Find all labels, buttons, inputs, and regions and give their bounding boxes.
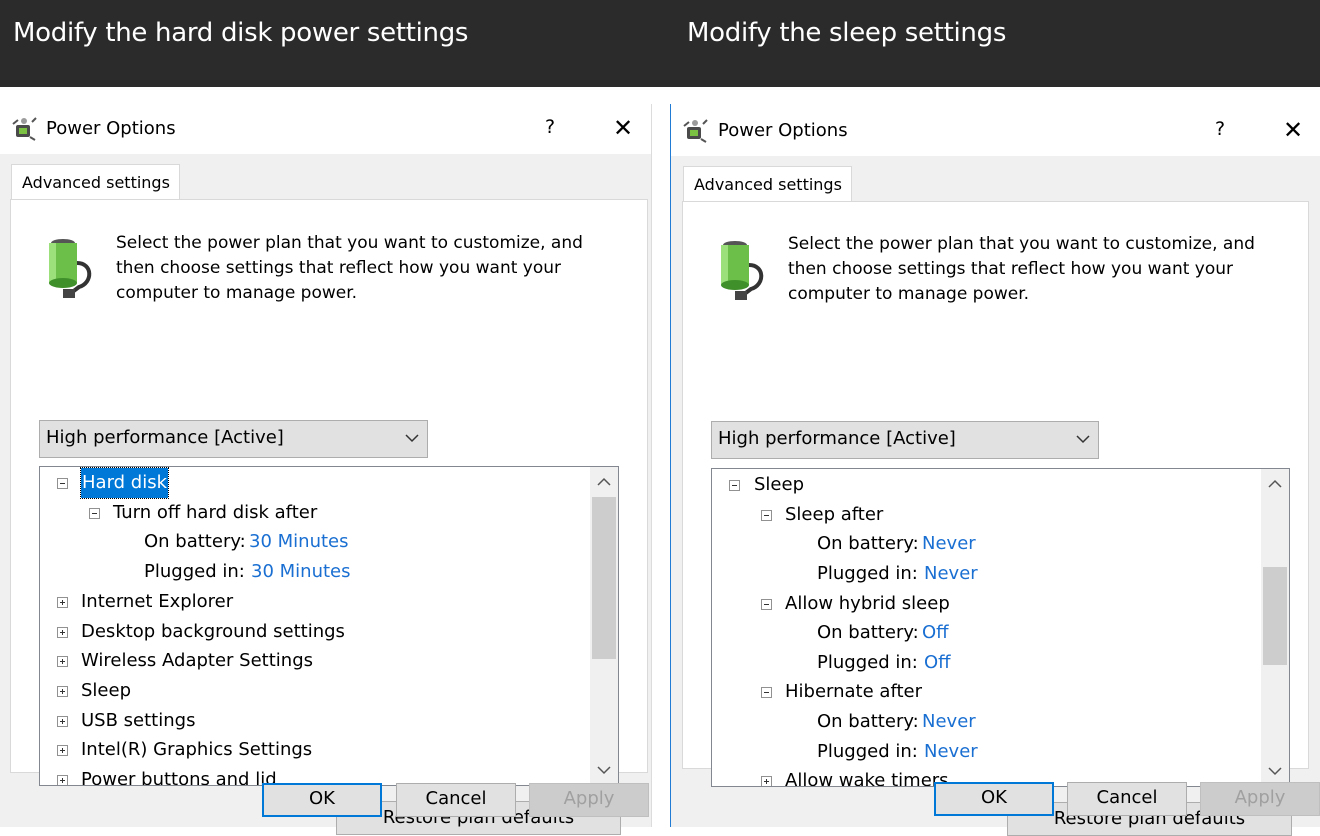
expand-icon[interactable] <box>57 745 68 756</box>
setting-label: On battery: <box>144 531 246 552</box>
cancel-button[interactable]: Cancel <box>1067 782 1187 816</box>
battery-plug-icon <box>721 241 764 300</box>
titlebar: Power Options ? ✕ <box>0 104 651 154</box>
expand-icon[interactable] <box>57 656 68 667</box>
scrollbar-thumb[interactable] <box>592 497 616 659</box>
tree-label: Internet Explorer <box>81 591 234 612</box>
tree-label: Allow hybrid sleep <box>785 593 950 614</box>
setting-value[interactable]: Never <box>922 529 976 559</box>
expand-icon[interactable] <box>57 716 68 727</box>
scroll-down-icon[interactable] <box>1268 766 1282 776</box>
plan-select-value: High performance [Active] <box>46 427 284 448</box>
scroll-down-icon[interactable] <box>597 765 611 775</box>
collapse-icon[interactable] <box>57 478 68 489</box>
tree-label: Desktop background settings <box>81 621 345 642</box>
tree-scrollbar[interactable] <box>590 467 618 785</box>
tree-label: Sleep <box>81 680 132 701</box>
scroll-up-icon[interactable] <box>597 477 611 487</box>
plan-select[interactable]: High performance [Active] <box>39 420 428 458</box>
tree-label: Hibernate after <box>785 681 922 702</box>
help-button[interactable]: ? <box>535 116 565 138</box>
titlebar: Power Options ? ✕ <box>671 104 1320 156</box>
setting-label: Plugged in: <box>817 652 918 673</box>
setting-label: On battery: <box>817 711 919 732</box>
close-icon[interactable]: ✕ <box>1277 116 1309 144</box>
expand-icon[interactable] <box>57 775 68 785</box>
tree-label: Wireless Adapter Settings <box>81 650 313 671</box>
plan-select[interactable]: High performance [Active] <box>711 421 1099 459</box>
tab-advanced-settings[interactable]: Advanced settings <box>683 166 852 202</box>
expand-icon[interactable] <box>57 686 68 697</box>
settings-tree[interactable]: Hard disk Turn off hard disk after On ba… <box>39 466 619 786</box>
description-text: Select the power plan that you want to c… <box>116 233 583 303</box>
close-icon[interactable]: ✕ <box>607 114 639 142</box>
collapse-icon[interactable] <box>89 508 100 519</box>
collapse-icon[interactable] <box>761 510 772 521</box>
collapse-icon[interactable] <box>761 599 772 610</box>
collapse-icon[interactable] <box>761 687 772 698</box>
left-power-options-dialog: Power Options ? ✕ Advanced settings Sele… <box>0 104 652 835</box>
setting-label: Plugged in: <box>817 741 918 762</box>
left-banner-title: Modify the hard disk power settings <box>13 18 469 48</box>
ok-button[interactable]: OK <box>262 783 382 817</box>
settings-tree[interactable]: Sleep Sleep after On battery: Never Plug… <box>711 468 1290 787</box>
setting-value[interactable]: Never <box>924 737 978 767</box>
right-power-options-dialog: Power Options ? ✕ Advanced settings Sele… <box>670 104 1320 836</box>
tree-label: Turn off hard disk after <box>113 502 318 523</box>
setting-value[interactable]: Off <box>922 618 949 648</box>
battery-plug-icon <box>49 239 92 298</box>
plan-select-value: High performance [Active] <box>718 428 956 449</box>
right-banner-title: Modify the sleep settings <box>687 18 1007 48</box>
tab-panel: Select the power plan that you want to c… <box>682 201 1309 836</box>
tab-panel: Select the power plan that you want to c… <box>10 199 648 835</box>
chevron-down-icon <box>1076 435 1090 444</box>
tab-advanced-settings[interactable]: Advanced settings <box>11 164 180 200</box>
scrollbar-thumb[interactable] <box>1263 567 1287 665</box>
collapse-icon[interactable] <box>729 480 740 491</box>
setting-value[interactable]: Off <box>924 648 951 678</box>
tree-scrollbar[interactable] <box>1261 469 1289 786</box>
power-options-icon <box>683 119 708 143</box>
expand-icon[interactable] <box>57 627 68 638</box>
scroll-up-icon[interactable] <box>1268 479 1282 489</box>
header-banner: Modify the hard disk power settings Modi… <box>0 0 1320 87</box>
dialog-title: Power Options <box>718 120 848 141</box>
setting-label: On battery: <box>817 622 919 643</box>
expand-icon[interactable] <box>761 776 772 786</box>
tree-label: Intel(R) Graphics Settings <box>81 739 313 760</box>
cancel-button[interactable]: Cancel <box>396 783 516 817</box>
tree-label: Sleep after <box>785 504 884 525</box>
setting-value[interactable]: 30 Minutes <box>251 557 350 587</box>
tree-label: Sleep <box>754 474 805 495</box>
help-button[interactable]: ? <box>1205 118 1235 140</box>
ok-button[interactable]: OK <box>934 782 1054 816</box>
tree-label: Hard disk <box>79 467 170 499</box>
tree-label: Allow wake timers <box>785 770 949 787</box>
setting-label: Plugged in: <box>817 563 918 584</box>
chevron-down-icon <box>405 434 419 443</box>
setting-value[interactable]: Never <box>922 707 976 737</box>
apply-button[interactable]: Apply <box>529 783 649 817</box>
setting-value[interactable]: 30 Minutes <box>249 527 348 557</box>
dialog-title: Power Options <box>46 118 176 139</box>
expand-icon[interactable] <box>57 597 68 608</box>
tree-label: USB settings <box>81 710 196 731</box>
setting-label: Plugged in: <box>144 561 245 582</box>
setting-value[interactable]: Never <box>924 559 978 589</box>
description-text: Select the power plan that you want to c… <box>788 234 1255 304</box>
tree-label: Power buttons and lid <box>81 769 277 786</box>
apply-button[interactable]: Apply <box>1200 782 1320 816</box>
power-options-icon <box>12 117 37 141</box>
setting-label: On battery: <box>817 533 919 554</box>
